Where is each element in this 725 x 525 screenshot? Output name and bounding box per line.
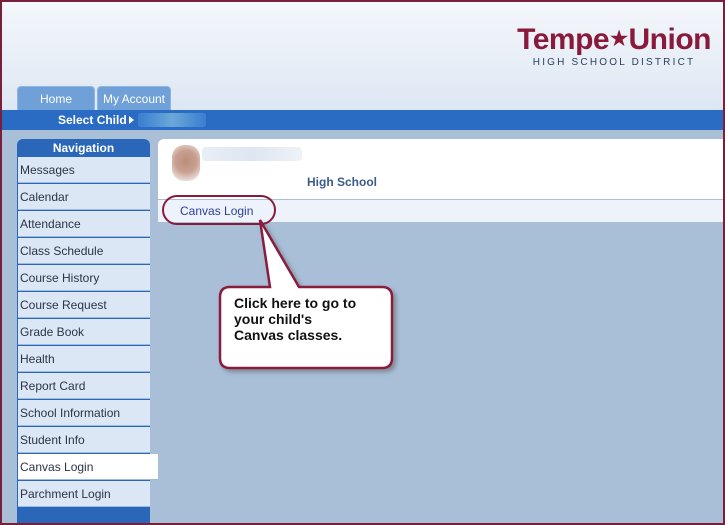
callout-line-1: Click here to go to [234, 295, 357, 311]
callout-shape [218, 219, 394, 370]
callout-text: Click here to go to your child's Canvas … [234, 295, 394, 343]
callout-line-2: your child's [234, 311, 313, 327]
callout-line-3: Canvas classes. [234, 327, 343, 343]
page-frame: Tempe★Union HIGH SCHOOL DISTRICT Home My… [0, 0, 725, 525]
callout-bubble [218, 219, 394, 370]
